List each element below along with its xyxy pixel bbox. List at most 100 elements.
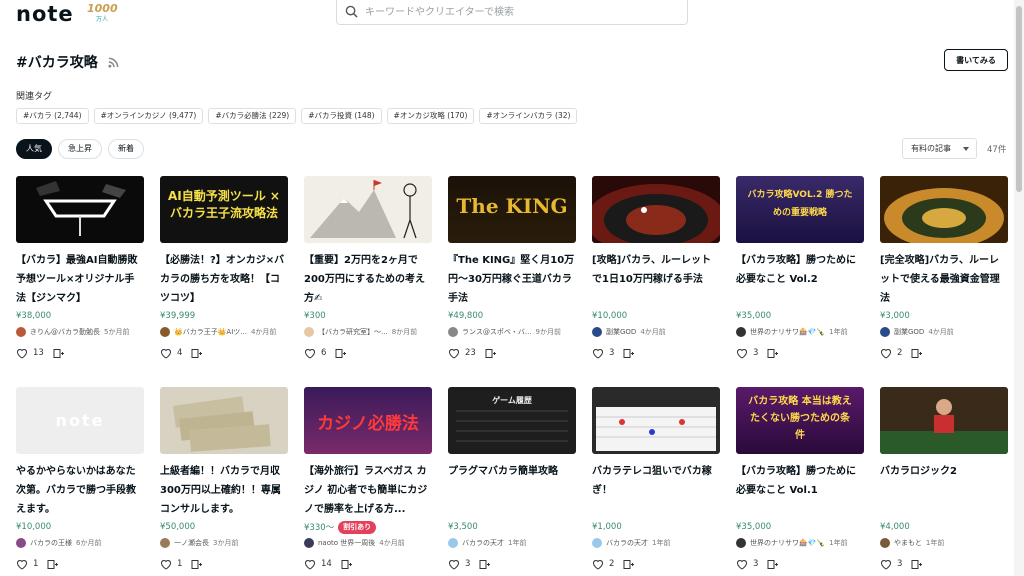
tab-popular[interactable]: 人気: [16, 139, 52, 159]
article-card[interactable]: バカラ攻略 本当は教えたくない勝つための条件 【バカラ攻略】勝つために必要なこと…: [736, 387, 864, 571]
magazine-add-icon[interactable]: [191, 348, 203, 359]
article-thumbnail[interactable]: AI自動予測ツール × バカラ王子流攻略法: [160, 176, 288, 243]
article-title[interactable]: 【必勝法！?】オンカジ×バカラの勝ち方を攻略！【コツコツ】: [160, 251, 288, 308]
article-thumbnail[interactable]: [880, 387, 1008, 454]
heart-icon[interactable]: [304, 348, 316, 359]
article-thumbnail[interactable]: The KING: [448, 176, 576, 243]
heart-icon[interactable]: [736, 348, 748, 359]
article-author[interactable]: バカラの王様 6か月前: [16, 537, 144, 549]
tag-chip[interactable]: #オンカジ攻略 (170): [386, 108, 475, 124]
paid-filter-select[interactable]: 有料の記事: [902, 138, 977, 159]
heart-icon[interactable]: [880, 348, 892, 359]
article-card[interactable]: [完全攻略]バカラ、ルーレットで使える最強資金管理法 ¥3,000 副業GOD 4…: [880, 176, 1008, 360]
article-author[interactable]: やまもと 1年前: [880, 537, 1008, 549]
article-card[interactable]: 【バカラ】最強AI自動勝敗予想ツール×オリジナル手法【ジンマク】 ¥38,000…: [16, 176, 144, 360]
article-card[interactable]: カジノ必勝法 【海外旅行】ラスベガス カジノ 初心者でも簡単にカジノで勝率を上げ…: [304, 387, 432, 571]
magazine-add-icon[interactable]: [191, 559, 203, 570]
heart-icon[interactable]: [16, 559, 28, 570]
article-card[interactable]: [攻略]バカラ、ルーレットで1日10万円稼げる手法 ¥10,000 副業GOD 4…: [592, 176, 720, 360]
article-thumbnail[interactable]: バカラ攻略 本当は教えたくない勝つための条件: [736, 387, 864, 454]
article-card[interactable]: バカラテレコ狙いでバカ稼ぎ！ ¥1,000 バカラの天才 1年前 2: [592, 387, 720, 571]
article-author[interactable]: 一ノ瀬会長 3か月前: [160, 537, 288, 549]
article-thumbnail[interactable]: [160, 387, 288, 454]
article-title[interactable]: 『The KING』堅く月10万円〜30万円稼ぐ王道バカラ手法: [448, 251, 576, 308]
article-title[interactable]: バカラテレコ狙いでバカ稼ぎ！: [592, 462, 720, 519]
scrollbar[interactable]: [1014, 0, 1024, 576]
article-title[interactable]: やるかやらないかはあなた次第。バカラで勝つ手段教えます。: [16, 462, 144, 519]
heart-icon[interactable]: [592, 559, 604, 570]
article-author[interactable]: 副業GOD 4か月前: [880, 326, 1008, 338]
magazine-add-icon[interactable]: [911, 559, 923, 570]
tag-chip[interactable]: #バカラ必勝法 (229): [208, 108, 297, 124]
article-title[interactable]: [攻略]バカラ、ルーレットで1日10万円稼げる手法: [592, 251, 720, 308]
article-card[interactable]: AI自動予測ツール × バカラ王子流攻略法 【必勝法！?】オンカジ×バカラの勝ち…: [160, 176, 288, 360]
note-logo[interactable]: note: [16, 2, 74, 26]
article-author[interactable]: バカラの天才 1年前: [592, 537, 720, 549]
heart-icon[interactable]: [448, 348, 460, 359]
article-thumbnail[interactable]: [592, 176, 720, 243]
article-author[interactable]: 世界のナリサワ🎰💎🍾 1年前: [736, 537, 864, 549]
article-thumbnail[interactable]: [880, 176, 1008, 243]
article-title[interactable]: 上級者編！！バカラで月収300万円以上確約！！専属コンサルします。: [160, 462, 288, 519]
article-thumbnail[interactable]: [304, 176, 432, 243]
heart-icon[interactable]: [160, 348, 172, 359]
article-title[interactable]: 【バカラ攻略】勝つために必要なこと Vol.1: [736, 462, 864, 519]
article-card[interactable]: バカラ攻略VOL.2 勝つための重要戦略 【バカラ攻略】勝つために必要なこと V…: [736, 176, 864, 360]
scrollbar-thumb[interactable]: [1016, 6, 1022, 192]
article-thumbnail[interactable]: バカラ攻略VOL.2 勝つための重要戦略: [736, 176, 864, 243]
search-box[interactable]: [336, 0, 688, 25]
heart-icon[interactable]: [592, 348, 604, 359]
heart-icon[interactable]: [16, 348, 28, 359]
magazine-add-icon[interactable]: [335, 348, 347, 359]
article-card[interactable]: The KING 『The KING』堅く月10万円〜30万円稼ぐ王道バカラ手法…: [448, 176, 576, 360]
article-author[interactable]: 副業GOD 4か月前: [592, 326, 720, 338]
tag-chip[interactable]: #バカラ (2,744): [16, 108, 89, 124]
heart-icon[interactable]: [448, 559, 460, 570]
article-title[interactable]: [完全攻略]バカラ、ルーレットで使える最強資金管理法: [880, 251, 1008, 308]
article-title[interactable]: 【海外旅行】ラスベガス カジノ 初心者でも簡単にカジノで勝率を上げる方...: [304, 462, 432, 519]
article-thumbnail[interactable]: ゲーム履歴: [448, 387, 576, 454]
article-author[interactable]: naoto 世界一周後 4か月前: [304, 537, 432, 549]
article-card[interactable]: note やるかやらないかはあなた次第。バカラで勝つ手段教えます。 ¥10,00…: [16, 387, 144, 571]
magazine-add-icon[interactable]: [53, 348, 65, 359]
write-button[interactable]: 書いてみる: [944, 49, 1008, 71]
article-author[interactable]: きりん@バカラ勤勉長 5か月前: [16, 326, 144, 338]
article-card[interactable]: バカラロジック2 ¥4,000 やまもと 1年前 3: [880, 387, 1008, 571]
article-author[interactable]: ランス@スポベ・バ... 9か月前: [448, 326, 576, 338]
article-thumbnail[interactable]: note: [16, 387, 144, 454]
article-card[interactable]: 上級者編！！バカラで月収300万円以上確約！！専属コンサルします。 ¥50,00…: [160, 387, 288, 571]
tag-chip[interactable]: #バカラ投資 (148): [301, 108, 382, 124]
tag-chip[interactable]: #オンラインカジノ (9,477): [93, 108, 204, 124]
magazine-add-icon[interactable]: [479, 559, 491, 570]
heart-icon[interactable]: [736, 559, 748, 570]
article-author[interactable]: バカラの天才 1年前: [448, 537, 576, 549]
tag-chip[interactable]: #オンラインバカラ (32): [479, 108, 578, 124]
heart-icon[interactable]: [880, 559, 892, 570]
article-title[interactable]: 【バカラ攻略】勝つために必要なこと Vol.2: [736, 251, 864, 308]
article-author[interactable]: 【バカラ研究室】〜... 8か月前: [304, 326, 432, 338]
magazine-add-icon[interactable]: [623, 559, 635, 570]
article-author[interactable]: 世界のナリサワ🎰💎🍾 1年前: [736, 326, 864, 338]
article-author[interactable]: 👑バカラ王子👑AIツ... 4か月前: [160, 326, 288, 338]
article-card[interactable]: 【重要】2万円を2ヶ月で200万円にするための考え方✍ ¥300 【バカラ研究室…: [304, 176, 432, 360]
article-title[interactable]: 【バカラ】最強AI自動勝敗予想ツール×オリジナル手法【ジンマク】: [16, 251, 144, 308]
magazine-add-icon[interactable]: [623, 348, 635, 359]
magazine-add-icon[interactable]: [767, 559, 779, 570]
magazine-add-icon[interactable]: [341, 559, 353, 570]
heart-icon[interactable]: [304, 559, 316, 570]
tab-trending[interactable]: 急上昇: [58, 139, 102, 159]
article-thumbnail[interactable]: [592, 387, 720, 454]
article-title[interactable]: プラグマバカラ簡単攻略: [448, 462, 576, 519]
article-thumbnail[interactable]: カジノ必勝法: [304, 387, 432, 454]
magazine-add-icon[interactable]: [485, 348, 497, 359]
magazine-add-icon[interactable]: [47, 559, 59, 570]
article-title[interactable]: バカラロジック2: [880, 462, 1008, 519]
magazine-add-icon[interactable]: [911, 348, 923, 359]
article-thumbnail[interactable]: [16, 176, 144, 243]
article-title[interactable]: 【重要】2万円を2ヶ月で200万円にするための考え方✍: [304, 251, 432, 308]
magazine-add-icon[interactable]: [767, 348, 779, 359]
article-card[interactable]: ゲーム履歴 プラグマバカラ簡単攻略 ¥3,500 バカラの天才 1年前 3: [448, 387, 576, 571]
rss-icon[interactable]: [108, 57, 119, 68]
tab-new[interactable]: 新着: [108, 139, 144, 159]
search-input[interactable]: [365, 3, 675, 21]
